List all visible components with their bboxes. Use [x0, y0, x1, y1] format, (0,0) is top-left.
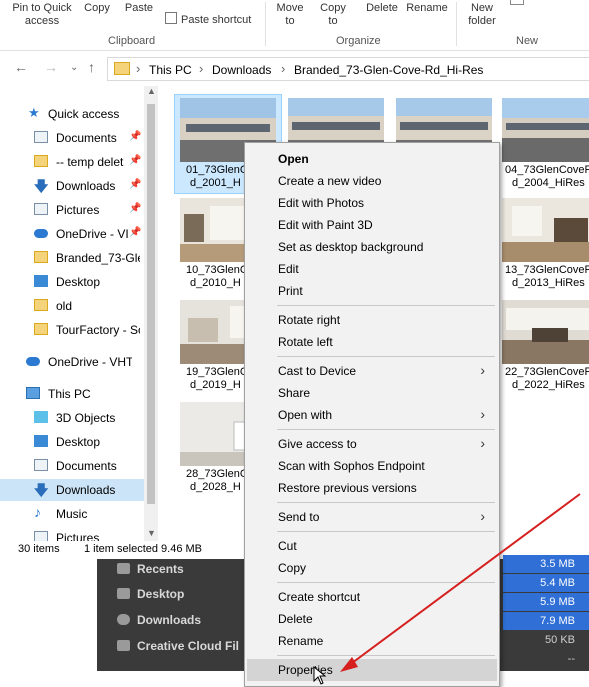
mouse-cursor-icon	[313, 666, 327, 685]
annotation-arrow-icon	[340, 493, 581, 672]
